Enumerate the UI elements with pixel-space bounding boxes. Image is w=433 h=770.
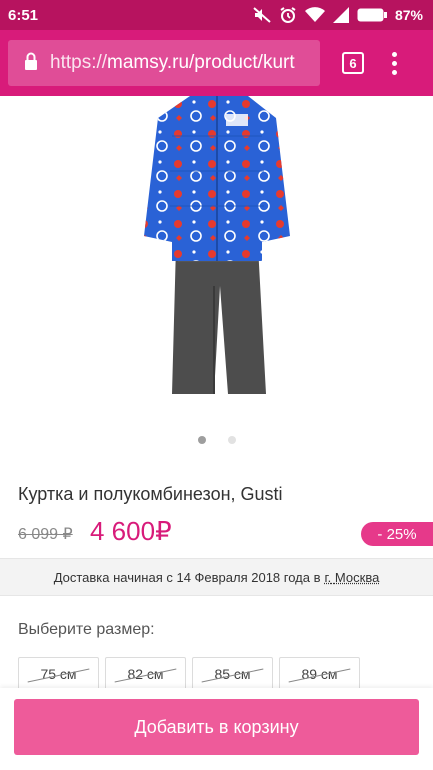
alarm-icon xyxy=(279,6,297,24)
status-icons: 87% xyxy=(253,6,423,24)
battery-icon xyxy=(357,8,387,22)
carousel-dot-active[interactable] xyxy=(197,436,206,444)
snowsuit-illustration xyxy=(144,96,290,394)
browser-toolbar: https://mamsy.ru/product/kurt 6 xyxy=(0,30,433,96)
pants-shape xyxy=(172,246,266,394)
signal-icon xyxy=(332,7,349,23)
status-time: 6:51 xyxy=(8,6,39,24)
url-host: mamsy.ru/product/kurt xyxy=(107,52,295,73)
discount-badge: - 25% xyxy=(361,522,433,546)
overflow-menu-icon[interactable] xyxy=(392,51,397,75)
carousel-dot[interactable] xyxy=(227,436,236,444)
size-option-75[interactable]: 75 см xyxy=(18,657,99,691)
delivery-text: Доставка начиная с 14 Февраля 2018 года … xyxy=(53,569,321,585)
product-title: Куртка и полукомбинезон, Gusti xyxy=(18,484,283,504)
image-carousel-dots[interactable] xyxy=(0,436,433,444)
add-to-cart-button[interactable]: Добавить в корзину xyxy=(14,699,419,755)
old-price: 6 099 ₽ xyxy=(18,526,73,543)
bottom-action-bar: Добавить в корзину xyxy=(0,688,433,770)
mute-icon xyxy=(253,7,271,23)
wifi-icon xyxy=(304,7,325,23)
size-options: 75 см 82 см 85 см 89 см xyxy=(18,657,360,691)
delivery-info: Доставка начиная с 14 Февраля 2018 года … xyxy=(0,558,433,596)
new-price: 4 600₽ xyxy=(90,516,172,546)
url-scheme: https:// xyxy=(50,52,108,73)
product-image[interactable] xyxy=(0,96,433,426)
jacket-shape xyxy=(144,96,290,261)
battery-percent: 87% xyxy=(394,7,423,23)
tab-switcher-button[interactable]: 6 xyxy=(342,52,364,74)
size-option-89[interactable]: 89 см xyxy=(279,657,360,691)
status-bar: 6:51 87% xyxy=(0,0,433,30)
size-option-85[interactable]: 85 см xyxy=(192,657,273,691)
size-option-82[interactable]: 82 см xyxy=(105,657,186,691)
delivery-city-link[interactable]: г. Москва xyxy=(325,570,380,585)
delivery-city-prefix: г. xyxy=(324,569,332,585)
url-bar[interactable]: https://mamsy.ru/product/kurt xyxy=(8,40,320,86)
lock-icon xyxy=(24,52,38,75)
url-text: https://mamsy.ru/product/kurt xyxy=(50,52,295,74)
delivery-city-name: Москва xyxy=(334,569,380,585)
size-selector-label: Выберите размер: xyxy=(18,621,155,638)
